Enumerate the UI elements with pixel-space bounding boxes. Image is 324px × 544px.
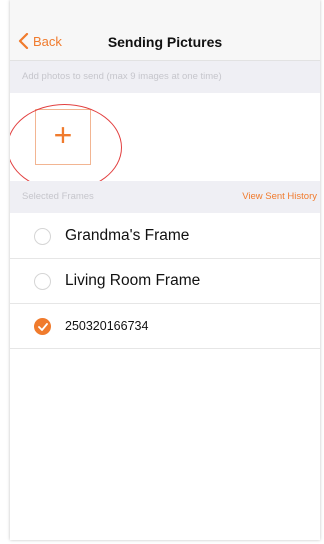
photo-picker-area: + bbox=[10, 93, 320, 181]
frame-row[interactable]: Living Room Frame bbox=[10, 259, 320, 304]
frame-name: Living Room Frame bbox=[65, 272, 201, 289]
phone-screen: Back Sending Pictures Add photos to send… bbox=[10, 0, 320, 540]
frame-row[interactable]: Grandma's Frame bbox=[10, 214, 320, 259]
navigation-bar: Back Sending Pictures bbox=[10, 0, 320, 61]
radio-checked-icon[interactable] bbox=[34, 318, 51, 335]
radio-unchecked-icon[interactable] bbox=[34, 273, 51, 290]
add-photo-button[interactable]: + bbox=[35, 109, 91, 165]
plus-icon: + bbox=[53, 117, 73, 153]
page-title: Sending Pictures bbox=[107, 34, 223, 50]
frame-name: 250320166734 bbox=[65, 319, 149, 333]
frames-section-header: Selected Frames View Sent History bbox=[10, 181, 320, 213]
frame-row[interactable]: 250320166734 bbox=[10, 304, 320, 349]
radio-unchecked-icon[interactable] bbox=[34, 228, 51, 245]
frame-name: Grandma's Frame bbox=[65, 227, 190, 244]
view-sent-history-link[interactable]: View Sent History bbox=[242, 181, 317, 213]
checkmark-icon bbox=[38, 323, 48, 331]
add-photos-hint: Add photos to send (max 9 images at one … bbox=[10, 61, 320, 93]
frames-section-label: Selected Frames bbox=[22, 191, 94, 202]
